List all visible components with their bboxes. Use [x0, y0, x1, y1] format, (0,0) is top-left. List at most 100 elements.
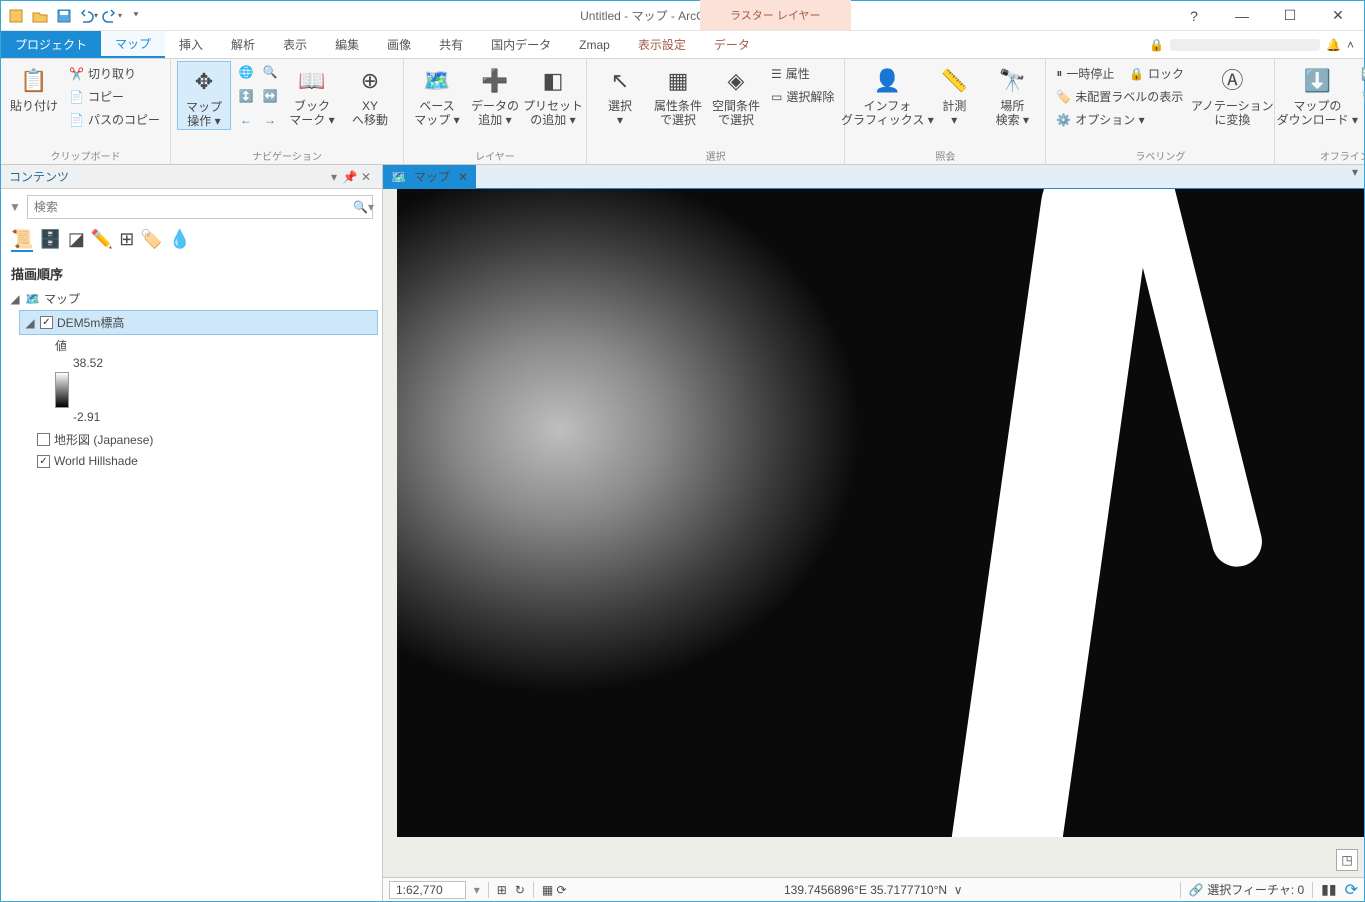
help-icon[interactable]: ? — [1172, 2, 1216, 30]
close-tab-icon[interactable]: ✕ — [458, 170, 468, 184]
cut-button[interactable]: ✂️切り取り — [65, 63, 164, 84]
bookmarks-button[interactable]: 📖ブック マーク ▾ — [285, 61, 339, 128]
pane-menu-icon[interactable]: ▾ — [326, 170, 342, 184]
label-options-button[interactable]: ⚙️オプション ▾ — [1052, 109, 1192, 130]
status-snap-icon[interactable]: ▦ ⟳ — [542, 883, 567, 897]
redo-icon[interactable]: ▾ — [101, 5, 123, 27]
cursor-icon: ↖ — [604, 65, 636, 97]
label-icon: 🏷️ — [1056, 90, 1071, 104]
collapse-icon[interactable]: ◢ — [9, 292, 21, 306]
list-by-snapping-icon[interactable]: ⊞ — [119, 229, 134, 252]
list-by-editing-icon[interactable]: ✏️ — [91, 229, 113, 252]
qat-customize-icon[interactable]: ⯆ — [125, 5, 147, 27]
list-by-selection-icon[interactable]: ◪ — [68, 229, 85, 252]
explore-button[interactable]: ✥マップ 操作 ▾ — [177, 61, 231, 130]
tab-appearance[interactable]: 表示設定 — [624, 31, 700, 58]
search-icon[interactable]: 🔍▾ — [353, 200, 374, 214]
ribbon-collapse-icon[interactable]: ˄ — [1347, 38, 1354, 52]
tab-project[interactable]: プロジェクト — [1, 31, 101, 58]
toc-map-frame[interactable]: ◢ 🗺️ マップ — [5, 287, 378, 310]
prev-extent-icon[interactable]: ← — [235, 109, 257, 131]
next-extent-icon[interactable]: → — [259, 109, 281, 131]
scale-selector[interactable]: 1:62,770 — [389, 881, 466, 899]
open-project-icon[interactable] — [29, 5, 51, 27]
remove-button[interactable]: 🗑️削除 — [1357, 86, 1365, 107]
ribbon-group-navigate: ✥マップ 操作 ▾ 🌐 🔍 ↕️ ↔️ ← → 📖ブック マーク ▾ ⊕XY へ… — [171, 59, 404, 164]
list-by-drawing-icon[interactable]: 📜 — [11, 229, 33, 252]
select-by-loc-button[interactable]: ◈空間条件 で選択 — [709, 61, 763, 128]
add-preset-button[interactable]: ◧プリセット の追加 ▾ — [526, 61, 580, 128]
undo-icon[interactable]: ▾ — [77, 5, 99, 27]
status-rotation-icon[interactable]: ↻ — [515, 883, 525, 897]
refresh-icon[interactable]: ⟳ — [1345, 880, 1358, 900]
unplaced-labels-button[interactable]: 🏷️未配置ラベルの表示 — [1052, 86, 1192, 107]
toc-layer-topo[interactable]: 地形図 (Japanese) — [33, 428, 378, 451]
collapse-icon[interactable]: ◢ — [24, 316, 36, 330]
navigator-icon[interactable]: ◳ — [1336, 849, 1358, 871]
signin-icon[interactable]: 🔒 — [1149, 38, 1164, 52]
add-data-button[interactable]: ➕データの 追加 ▾ — [468, 61, 522, 128]
tab-data[interactable]: データ — [700, 31, 764, 58]
list-by-labeling-icon[interactable]: 🏷️ — [140, 229, 162, 252]
pause-labels-button[interactable]: ⏸一時停止 🔒ロック — [1052, 63, 1192, 84]
group-label: クリップボード — [7, 148, 164, 164]
layer-visibility-checkbox[interactable]: ✓ — [40, 316, 53, 329]
clear-selection-button[interactable]: ▭選択解除 — [767, 86, 838, 107]
map-view-tab[interactable]: 🗺️ マップ ✕ — [383, 165, 476, 188]
save-icon[interactable] — [53, 5, 75, 27]
map-canvas[interactable]: ◳ — [383, 189, 1364, 877]
notifications-icon[interactable]: 🔔 — [1326, 38, 1341, 52]
maximize-button[interactable]: ☐ — [1268, 2, 1312, 30]
infographic-icon: 👤 — [871, 65, 903, 97]
infographics-button[interactable]: 👤インフォ グラフィックス ▾ — [851, 61, 923, 128]
fixed-zoom-out-icon[interactable]: ↔️ — [259, 85, 281, 107]
tab-insert[interactable]: 挿入 — [165, 31, 217, 58]
toc-layer-dem[interactable]: ◢ ✓ DEM5m標高 — [19, 310, 378, 335]
copy-button[interactable]: 📄コピー — [65, 86, 164, 107]
view-menu-icon[interactable]: ▾ — [1346, 165, 1364, 188]
locate-button[interactable]: 🔭場所 検索 ▾ — [985, 61, 1039, 128]
tab-analysis[interactable]: 解析 — [217, 31, 269, 58]
tab-domestic[interactable]: 国内データ — [477, 31, 565, 58]
fixed-zoom-in-icon[interactable]: ↕️ — [235, 85, 257, 107]
toc-layer-hillshade[interactable]: ✓ World Hillshade — [33, 451, 378, 471]
minimize-button[interactable]: — — [1220, 2, 1264, 30]
signin-text[interactable] — [1170, 39, 1320, 51]
tab-edit[interactable]: 編集 — [321, 31, 373, 58]
close-button[interactable]: ✕ — [1316, 2, 1360, 30]
copy-path-button[interactable]: 📄パスのコピー — [65, 109, 164, 130]
coordinates-display[interactable]: 139.7456896°E 35.7177710°N ∨ — [575, 883, 1172, 897]
pane-close-icon[interactable]: ✕ — [358, 170, 374, 184]
pane-pin-icon[interactable]: 📌 — [342, 170, 358, 184]
ribbon-group-layer: 🗺️ベース マップ ▾ ➕データの 追加 ▾ ◧プリセット の追加 ▾ レイヤー — [404, 59, 587, 164]
filter-icon[interactable]: ▼ — [9, 200, 21, 214]
table-icon: ▦ — [662, 65, 694, 97]
goto-xy-button[interactable]: ⊕XY へ移動 — [343, 61, 397, 128]
select-button[interactable]: ↖選択 ▾ — [593, 61, 647, 128]
attributes-button[interactable]: ☰属性 — [767, 63, 838, 84]
status-bar: 1:62,770 ▾ ⊞ ↻ ▦ ⟳ 139.7456896°E 35.7177… — [383, 877, 1364, 901]
paste-button[interactable]: 📋貼り付け — [7, 61, 61, 113]
tab-imagery[interactable]: 画像 — [373, 31, 425, 58]
sync-button[interactable]: 🔄同期 — [1357, 63, 1365, 84]
status-tool-icon[interactable]: ⊞ — [497, 883, 507, 897]
select-by-attr-button[interactable]: ▦属性条件 で選択 — [651, 61, 705, 128]
basemap-button[interactable]: 🗺️ベース マップ ▾ — [410, 61, 464, 128]
tab-map[interactable]: マップ — [101, 31, 165, 58]
contents-search-input[interactable] — [27, 195, 373, 219]
convert-annotation-button[interactable]: Ⓐアノテーション に変換 — [1196, 61, 1268, 128]
pause-drawing-icon[interactable]: ▮▮ — [1321, 881, 1336, 898]
list-by-source-icon[interactable]: 🗄️ — [39, 229, 61, 252]
download-map-button[interactable]: ⬇️マップの ダウンロード ▾ — [1281, 61, 1353, 128]
layer-visibility-checkbox[interactable] — [37, 433, 50, 446]
selected-features-label[interactable]: 🔗 選択フィーチャ: 0 — [1189, 881, 1304, 898]
list-by-perception-icon[interactable]: 💧 — [169, 229, 191, 252]
zoom-sel-icon[interactable]: 🔍 — [259, 61, 281, 83]
measure-button[interactable]: 📏計測 ▾ — [927, 61, 981, 128]
layer-visibility-checkbox[interactable]: ✓ — [37, 455, 50, 468]
tab-share[interactable]: 共有 — [425, 31, 477, 58]
new-project-icon[interactable] — [5, 5, 27, 27]
tab-zmap[interactable]: Zmap — [565, 31, 624, 58]
tab-view[interactable]: 表示 — [269, 31, 321, 58]
full-extent-icon[interactable]: 🌐 — [235, 61, 257, 83]
